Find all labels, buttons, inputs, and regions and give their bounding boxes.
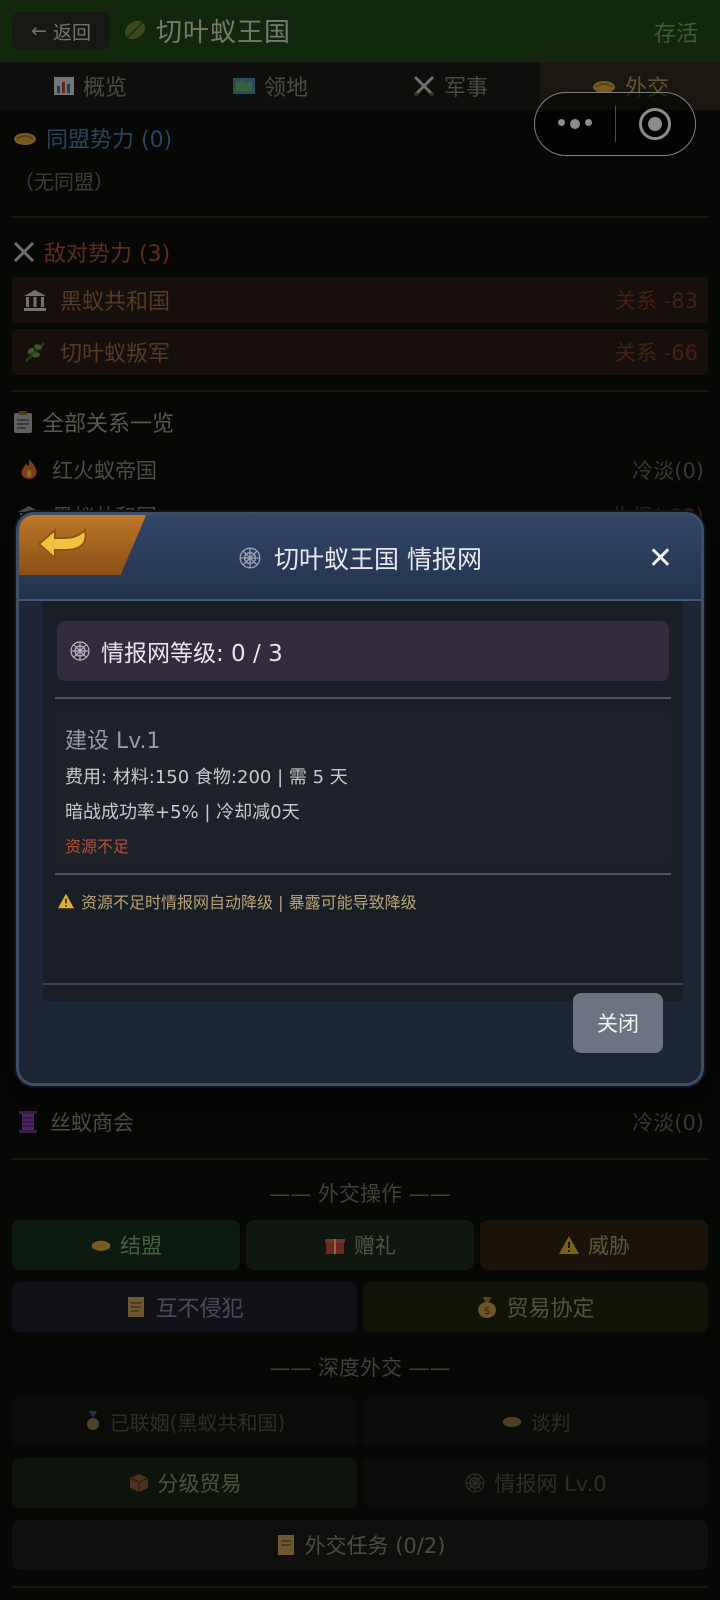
close-button[interactable]: 关闭 (573, 993, 663, 1053)
intel-level-text: 情报网等级: 0 / 3 (101, 641, 283, 667)
dialog-title: 切叶蚁王国 情报网 (274, 545, 482, 574)
close-icon[interactable]: ✕ (648, 541, 673, 576)
divider (55, 697, 671, 699)
build-option[interactable]: 建设 Lv.1 费用: 材料:150 食物:200 | 需 5 天 暗战成功率+… (55, 713, 671, 863)
intel-tip-text: 资源不足时情报网自动降级 | 暴露可能导致降级 (81, 893, 417, 912)
build-title: 建设 Lv.1 (65, 729, 161, 754)
dialog-title-wrap: 切叶蚁王国 情报网 (19, 515, 701, 601)
build-cost: 费用: 材料:150 食物:200 | 需 5 天 (65, 767, 348, 788)
warning-icon (58, 893, 74, 909)
intel-network-dialog: 切叶蚁王国 情报网 ✕ 情报网等级: 0 / 3 建设 Lv.1 费用: 材料:… (16, 512, 704, 1086)
intel-level-box: 情报网等级: 0 / 3 (57, 621, 669, 681)
dialog-body: 情报网等级: 0 / 3 建设 Lv.1 费用: 材料:150 食物:200 |… (43, 601, 683, 1001)
intel-tip: 资源不足时情报网自动降级 | 暴露可能导致降级 (57, 889, 417, 913)
build-effect: 暗战成功率+5% | 冷却减0天 (65, 802, 300, 823)
spiderweb-icon (239, 547, 261, 569)
divider (55, 873, 671, 875)
spiderweb-icon (70, 641, 90, 661)
insufficient-resources-text: 资源不足 (65, 837, 130, 856)
divider (43, 983, 683, 985)
